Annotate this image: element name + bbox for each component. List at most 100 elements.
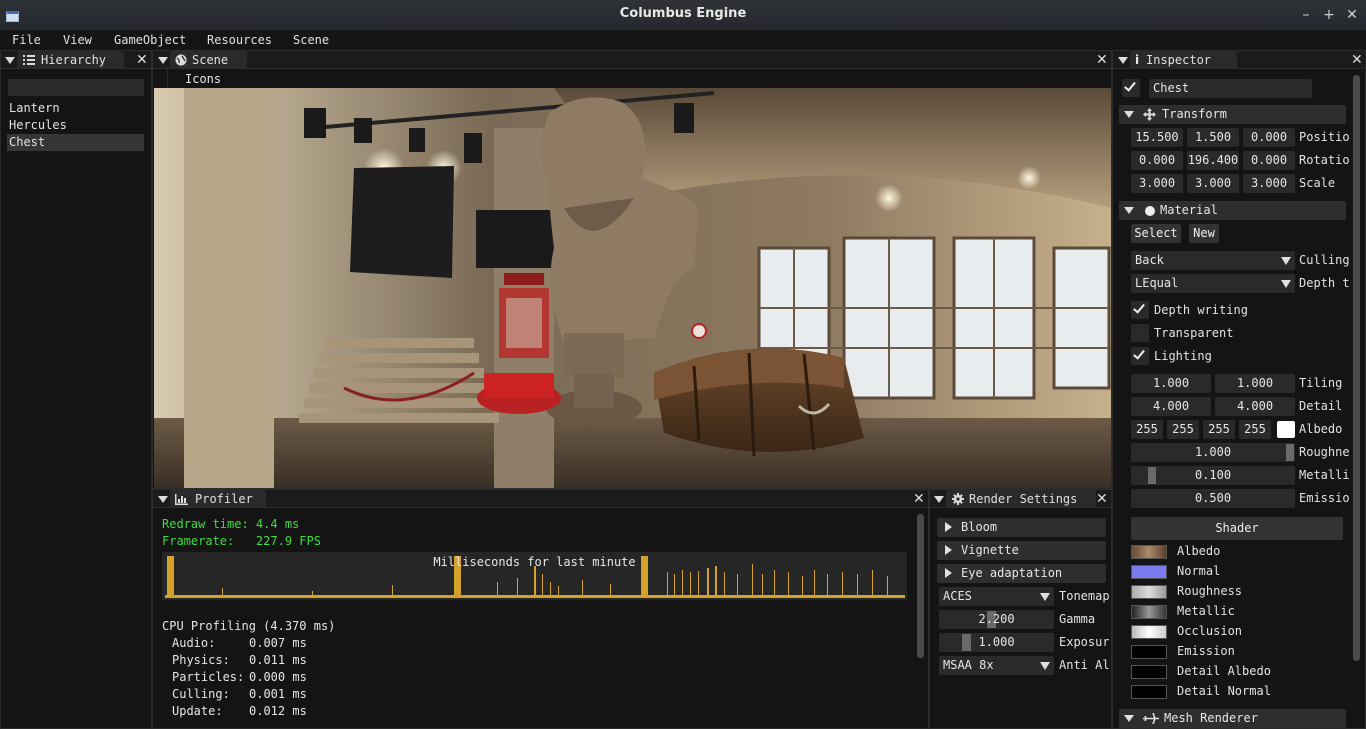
scale-z-field[interactable]: 3.000 bbox=[1243, 174, 1295, 193]
gamma-slider[interactable]: 2.200 bbox=[939, 610, 1054, 629]
hierarchy-panel: Hierarchy ✕ Lantern Hercules Chest bbox=[0, 50, 152, 729]
profile-row-label: Physics: bbox=[172, 653, 230, 667]
depth-writing-checkbox[interactable] bbox=[1131, 301, 1149, 319]
lighting-checkbox[interactable] bbox=[1131, 347, 1149, 365]
collapse-arrow-icon[interactable] bbox=[158, 496, 168, 503]
tiling-y-field[interactable]: 1.000 bbox=[1215, 374, 1295, 393]
tab-label: Hierarchy bbox=[41, 53, 107, 67]
albedo-b-field[interactable]: 255 bbox=[1203, 420, 1235, 439]
transform-section-header[interactable]: Transform bbox=[1119, 105, 1346, 124]
texture-thumbnail[interactable] bbox=[1131, 665, 1167, 679]
list-item-selected[interactable]: Chest bbox=[7, 134, 144, 151]
new-material-button[interactable]: New bbox=[1189, 224, 1219, 243]
select-value: ACES bbox=[943, 589, 972, 603]
mesh-renderer-section-header[interactable]: Mesh Renderer bbox=[1119, 709, 1346, 728]
vignette-section-header[interactable]: Vignette bbox=[937, 541, 1106, 560]
albedo-a-field[interactable]: 255 bbox=[1239, 420, 1271, 439]
detail-y-field[interactable]: 4.000 bbox=[1215, 397, 1295, 416]
close-icon[interactable]: ✕ bbox=[1351, 51, 1363, 69]
scale-x-field[interactable]: 3.000 bbox=[1131, 174, 1183, 193]
menu-scene[interactable]: Scene bbox=[293, 33, 329, 47]
section-label: Vignette bbox=[961, 543, 1019, 557]
texture-slot-label: Detail Normal bbox=[1177, 684, 1271, 698]
collapse-arrow-icon[interactable] bbox=[5, 57, 15, 64]
collapse-arrow-icon[interactable] bbox=[934, 496, 944, 503]
exposure-label: Exposur bbox=[1059, 635, 1109, 649]
collapse-arrow-icon[interactable] bbox=[1118, 57, 1128, 64]
list-item[interactable]: Lantern bbox=[7, 100, 144, 117]
maximize-button[interactable]: + bbox=[1322, 7, 1336, 23]
texture-thumbnail[interactable] bbox=[1131, 605, 1167, 619]
roughness-slider[interactable]: 1.000 bbox=[1131, 443, 1295, 462]
menu-resources[interactable]: Resources bbox=[207, 33, 272, 47]
material-section-header[interactable]: Material bbox=[1119, 201, 1346, 220]
exposure-slider[interactable]: 1.000 bbox=[939, 633, 1054, 652]
albedo-r-field[interactable]: 255 bbox=[1131, 420, 1163, 439]
rotation-x-field[interactable]: 0.000 bbox=[1131, 151, 1183, 170]
move-icon bbox=[1143, 108, 1156, 121]
texture-thumbnail[interactable] bbox=[1131, 645, 1167, 659]
profile-row-value: 0.001 ms bbox=[249, 687, 307, 701]
scene-toolbar: Icons bbox=[153, 70, 1111, 88]
transparent-checkbox[interactable] bbox=[1131, 324, 1149, 342]
texture-thumbnail[interactable] bbox=[1131, 685, 1167, 699]
profiler-scrollbar[interactable] bbox=[917, 514, 924, 658]
title-bar: Columbus Engine – + ✕ bbox=[0, 0, 1366, 31]
bloom-section-header[interactable]: Bloom bbox=[937, 518, 1106, 537]
texture-thumbnail[interactable] bbox=[1131, 585, 1167, 599]
position-x-field[interactable]: 15.500 bbox=[1131, 128, 1183, 147]
close-icon[interactable]: ✕ bbox=[1096, 490, 1108, 508]
rotation-y-field[interactable]: 196.400 bbox=[1187, 151, 1239, 170]
eye-adaptation-section-header[interactable]: Eye adaptation bbox=[937, 564, 1106, 583]
menu-file[interactable]: File bbox=[12, 33, 41, 47]
tonemap-select[interactable]: ACES bbox=[939, 587, 1054, 606]
close-icon[interactable]: ✕ bbox=[1096, 51, 1108, 69]
shader-button[interactable]: Shader bbox=[1131, 517, 1343, 540]
profile-row-label: Culling: bbox=[172, 687, 230, 701]
close-window-button[interactable]: ✕ bbox=[1345, 7, 1359, 23]
menu-gameobject[interactable]: GameObject bbox=[114, 33, 186, 47]
hierarchy-search-input[interactable] bbox=[8, 79, 144, 96]
scale-y-field[interactable]: 3.000 bbox=[1187, 174, 1239, 193]
lighting-label: Lighting bbox=[1154, 349, 1212, 363]
depth-test-select[interactable]: LEqual bbox=[1131, 274, 1295, 293]
scene-viewport[interactable] bbox=[154, 88, 1111, 488]
circle-icon bbox=[1145, 206, 1155, 216]
collapse-arrow-icon[interactable] bbox=[158, 57, 168, 64]
select-material-button[interactable]: Select bbox=[1131, 224, 1181, 243]
culling-select[interactable]: Back bbox=[1131, 251, 1295, 270]
tab-render-settings[interactable]: Render Settings bbox=[946, 490, 1096, 508]
list-item[interactable]: Hercules bbox=[7, 117, 144, 134]
minimize-button[interactable]: – bbox=[1299, 7, 1313, 23]
metallic-slider[interactable]: 0.100 bbox=[1131, 466, 1295, 485]
depth-writing-label: Depth writing bbox=[1154, 303, 1248, 317]
detail-x-field[interactable]: 4.000 bbox=[1131, 397, 1211, 416]
texture-thumbnail[interactable] bbox=[1131, 545, 1167, 559]
position-y-field[interactable]: 1.500 bbox=[1187, 128, 1239, 147]
inspector-scrollbar[interactable] bbox=[1353, 75, 1360, 661]
airplane-icon bbox=[1143, 713, 1159, 724]
rotation-z-field[interactable]: 0.000 bbox=[1243, 151, 1295, 170]
menu-view[interactable]: View bbox=[63, 33, 92, 47]
texture-thumbnail[interactable] bbox=[1131, 625, 1167, 639]
transparent-label: Transparent bbox=[1154, 326, 1234, 340]
albedo-color-swatch[interactable] bbox=[1277, 421, 1295, 438]
framerate-text: Framerate: 227.9 FPS bbox=[162, 534, 321, 548]
close-icon[interactable]: ✕ bbox=[136, 51, 148, 69]
texture-thumbnail[interactable] bbox=[1131, 565, 1167, 579]
active-checkbox[interactable] bbox=[1122, 79, 1140, 97]
icons-toggle[interactable]: Icons bbox=[185, 72, 221, 86]
profiler-tabbar: Profiler ✕ bbox=[153, 490, 928, 508]
tiling-x-field[interactable]: 1.000 bbox=[1131, 374, 1211, 393]
close-icon[interactable]: ✕ bbox=[913, 490, 925, 508]
texture-slot-label: Roughness bbox=[1177, 584, 1243, 598]
position-z-field[interactable]: 0.000 bbox=[1243, 128, 1295, 147]
emission-slider[interactable]: 0.500 bbox=[1131, 489, 1295, 508]
frame-time-graph: Milliseconds for last minute bbox=[162, 552, 907, 600]
object-name-input[interactable]: Chest bbox=[1149, 79, 1312, 98]
antialias-select[interactable]: MSAA 8x bbox=[939, 656, 1054, 675]
expand-arrow-icon bbox=[945, 522, 952, 532]
tab-inspector[interactable]: Inspector bbox=[1130, 51, 1237, 69]
albedo-g-field[interactable]: 255 bbox=[1167, 420, 1199, 439]
checkmark-icon bbox=[1133, 347, 1145, 360]
